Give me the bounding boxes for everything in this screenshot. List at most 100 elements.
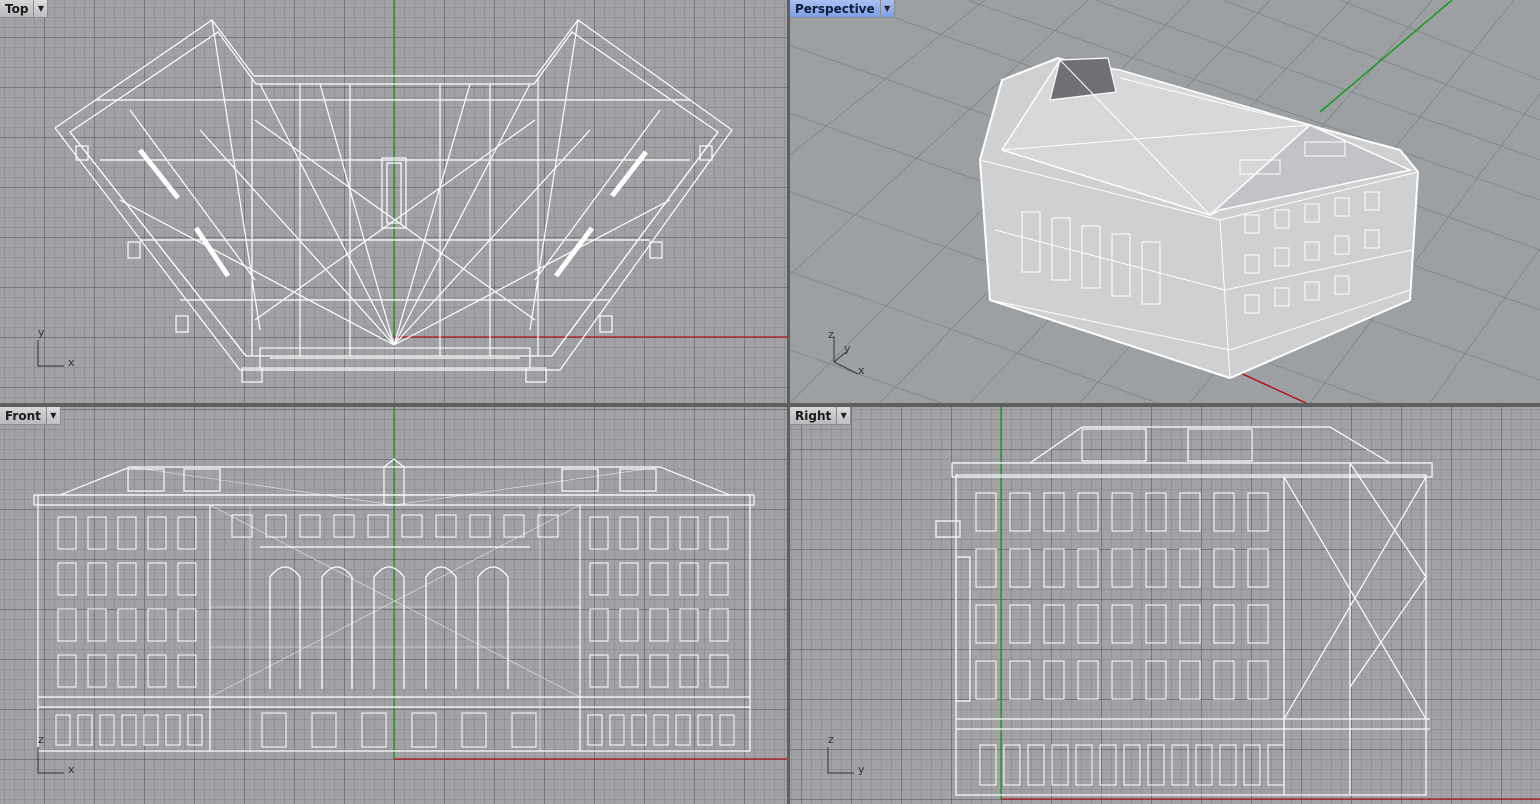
window-outline bbox=[435, 514, 457, 538]
window-outline bbox=[1145, 660, 1167, 700]
window-outline bbox=[1145, 492, 1167, 532]
gizmo-y-label: y bbox=[844, 342, 851, 355]
gizmo-z-label: z bbox=[38, 733, 44, 746]
window-outline bbox=[401, 514, 423, 538]
axis-gizmo: z y bbox=[824, 733, 874, 779]
window-outline bbox=[117, 516, 137, 550]
top-viewport[interactable]: Top ▼ y x bbox=[0, 0, 787, 403]
window-outline bbox=[589, 516, 609, 550]
window-outline bbox=[1077, 548, 1099, 588]
window-outline bbox=[679, 516, 699, 550]
chevron-down-icon[interactable]: ▼ bbox=[34, 0, 49, 18]
window-outline bbox=[1179, 548, 1201, 588]
window-outline bbox=[619, 608, 639, 642]
window-outline bbox=[619, 516, 639, 550]
window-outline bbox=[177, 654, 197, 688]
window-outline bbox=[1111, 660, 1133, 700]
window-outline bbox=[649, 562, 669, 596]
chevron-down-icon[interactable]: ▼ bbox=[837, 407, 852, 425]
window-outline bbox=[57, 654, 77, 688]
top-viewport-tab[interactable]: Top ▼ bbox=[0, 0, 49, 18]
perspective-wireframe bbox=[790, 0, 1540, 403]
window-outline bbox=[1247, 548, 1269, 588]
window-outline bbox=[311, 712, 337, 748]
window-outline bbox=[1051, 744, 1069, 786]
window-outline bbox=[649, 654, 669, 688]
gizmo-x-label: x bbox=[858, 364, 865, 377]
window-outline bbox=[709, 608, 729, 642]
window-outline bbox=[87, 516, 107, 550]
gizmo-y-label: y bbox=[858, 763, 865, 776]
window-outline bbox=[299, 514, 321, 538]
window-outline bbox=[1075, 744, 1093, 786]
window-outline bbox=[333, 514, 355, 538]
window-outline bbox=[503, 514, 525, 538]
perspective-viewport[interactable]: Perspective ▼ z y x bbox=[790, 0, 1540, 403]
window-outline bbox=[1123, 744, 1141, 786]
axis-gizmo: y x bbox=[34, 326, 84, 372]
window-outline bbox=[1195, 744, 1213, 786]
window-outline bbox=[117, 608, 137, 642]
window-outline bbox=[99, 714, 115, 746]
front-view-wireframe bbox=[33, 407, 787, 760]
window-outline bbox=[719, 714, 735, 746]
window-outline bbox=[1111, 492, 1133, 532]
window-outline bbox=[709, 516, 729, 550]
window-outline bbox=[1247, 492, 1269, 532]
window-outline bbox=[975, 548, 997, 588]
window-outline bbox=[187, 714, 203, 746]
right-viewport-tab[interactable]: Right ▼ bbox=[790, 407, 852, 425]
chevron-down-icon[interactable]: ▼ bbox=[46, 407, 61, 425]
window-outline bbox=[589, 654, 609, 688]
window-outline bbox=[261, 712, 287, 748]
window-outline bbox=[1077, 660, 1099, 700]
viewport-title[interactable]: Top bbox=[0, 0, 35, 18]
top-view-wireframe bbox=[54, 0, 787, 383]
window-outline bbox=[631, 714, 647, 746]
window-outline bbox=[619, 562, 639, 596]
window-outline bbox=[1077, 604, 1099, 644]
window-outline bbox=[1009, 548, 1031, 588]
right-viewport[interactable]: Right ▼ z y bbox=[790, 407, 1540, 804]
window-outline bbox=[177, 608, 197, 642]
viewport-title[interactable]: Front bbox=[0, 407, 47, 425]
window-outline bbox=[1267, 744, 1285, 786]
window-outline bbox=[1111, 604, 1133, 644]
window-outline bbox=[143, 714, 159, 746]
window-outline bbox=[697, 714, 713, 746]
window-outline bbox=[1027, 744, 1045, 786]
window-outline bbox=[147, 608, 167, 642]
window-outline bbox=[117, 562, 137, 596]
window-outline bbox=[1111, 548, 1133, 588]
viewport-title[interactable]: Perspective bbox=[790, 0, 881, 18]
viewport-title[interactable]: Right bbox=[790, 407, 838, 425]
window-outline bbox=[1219, 744, 1237, 786]
window-outline bbox=[147, 654, 167, 688]
perspective-viewport-tab[interactable]: Perspective ▼ bbox=[790, 0, 895, 18]
window-outline bbox=[117, 654, 137, 688]
window-outline bbox=[1043, 492, 1065, 532]
window-outline bbox=[1009, 604, 1031, 644]
window-outline bbox=[1179, 492, 1201, 532]
window-outline bbox=[57, 562, 77, 596]
window-outline bbox=[1213, 492, 1235, 532]
window-outline bbox=[1213, 660, 1235, 700]
window-outline bbox=[469, 514, 491, 538]
window-outline bbox=[265, 514, 287, 538]
window-outline bbox=[1213, 548, 1235, 588]
chevron-down-icon[interactable]: ▼ bbox=[880, 0, 895, 18]
window-outline bbox=[1179, 660, 1201, 700]
window-outline bbox=[619, 654, 639, 688]
front-viewport-tab[interactable]: Front ▼ bbox=[0, 407, 61, 425]
window-outline bbox=[675, 714, 691, 746]
front-viewport[interactable]: Front ▼ z x bbox=[0, 407, 787, 804]
window-outline bbox=[979, 744, 997, 786]
window-outline bbox=[1243, 744, 1261, 786]
window-outline bbox=[1009, 660, 1031, 700]
window-outline bbox=[367, 514, 389, 538]
window-outline bbox=[1213, 604, 1235, 644]
gizmo-z-label: z bbox=[828, 733, 834, 746]
window-outline bbox=[361, 712, 387, 748]
gizmo-x-label: x bbox=[68, 763, 75, 776]
window-outline bbox=[649, 608, 669, 642]
